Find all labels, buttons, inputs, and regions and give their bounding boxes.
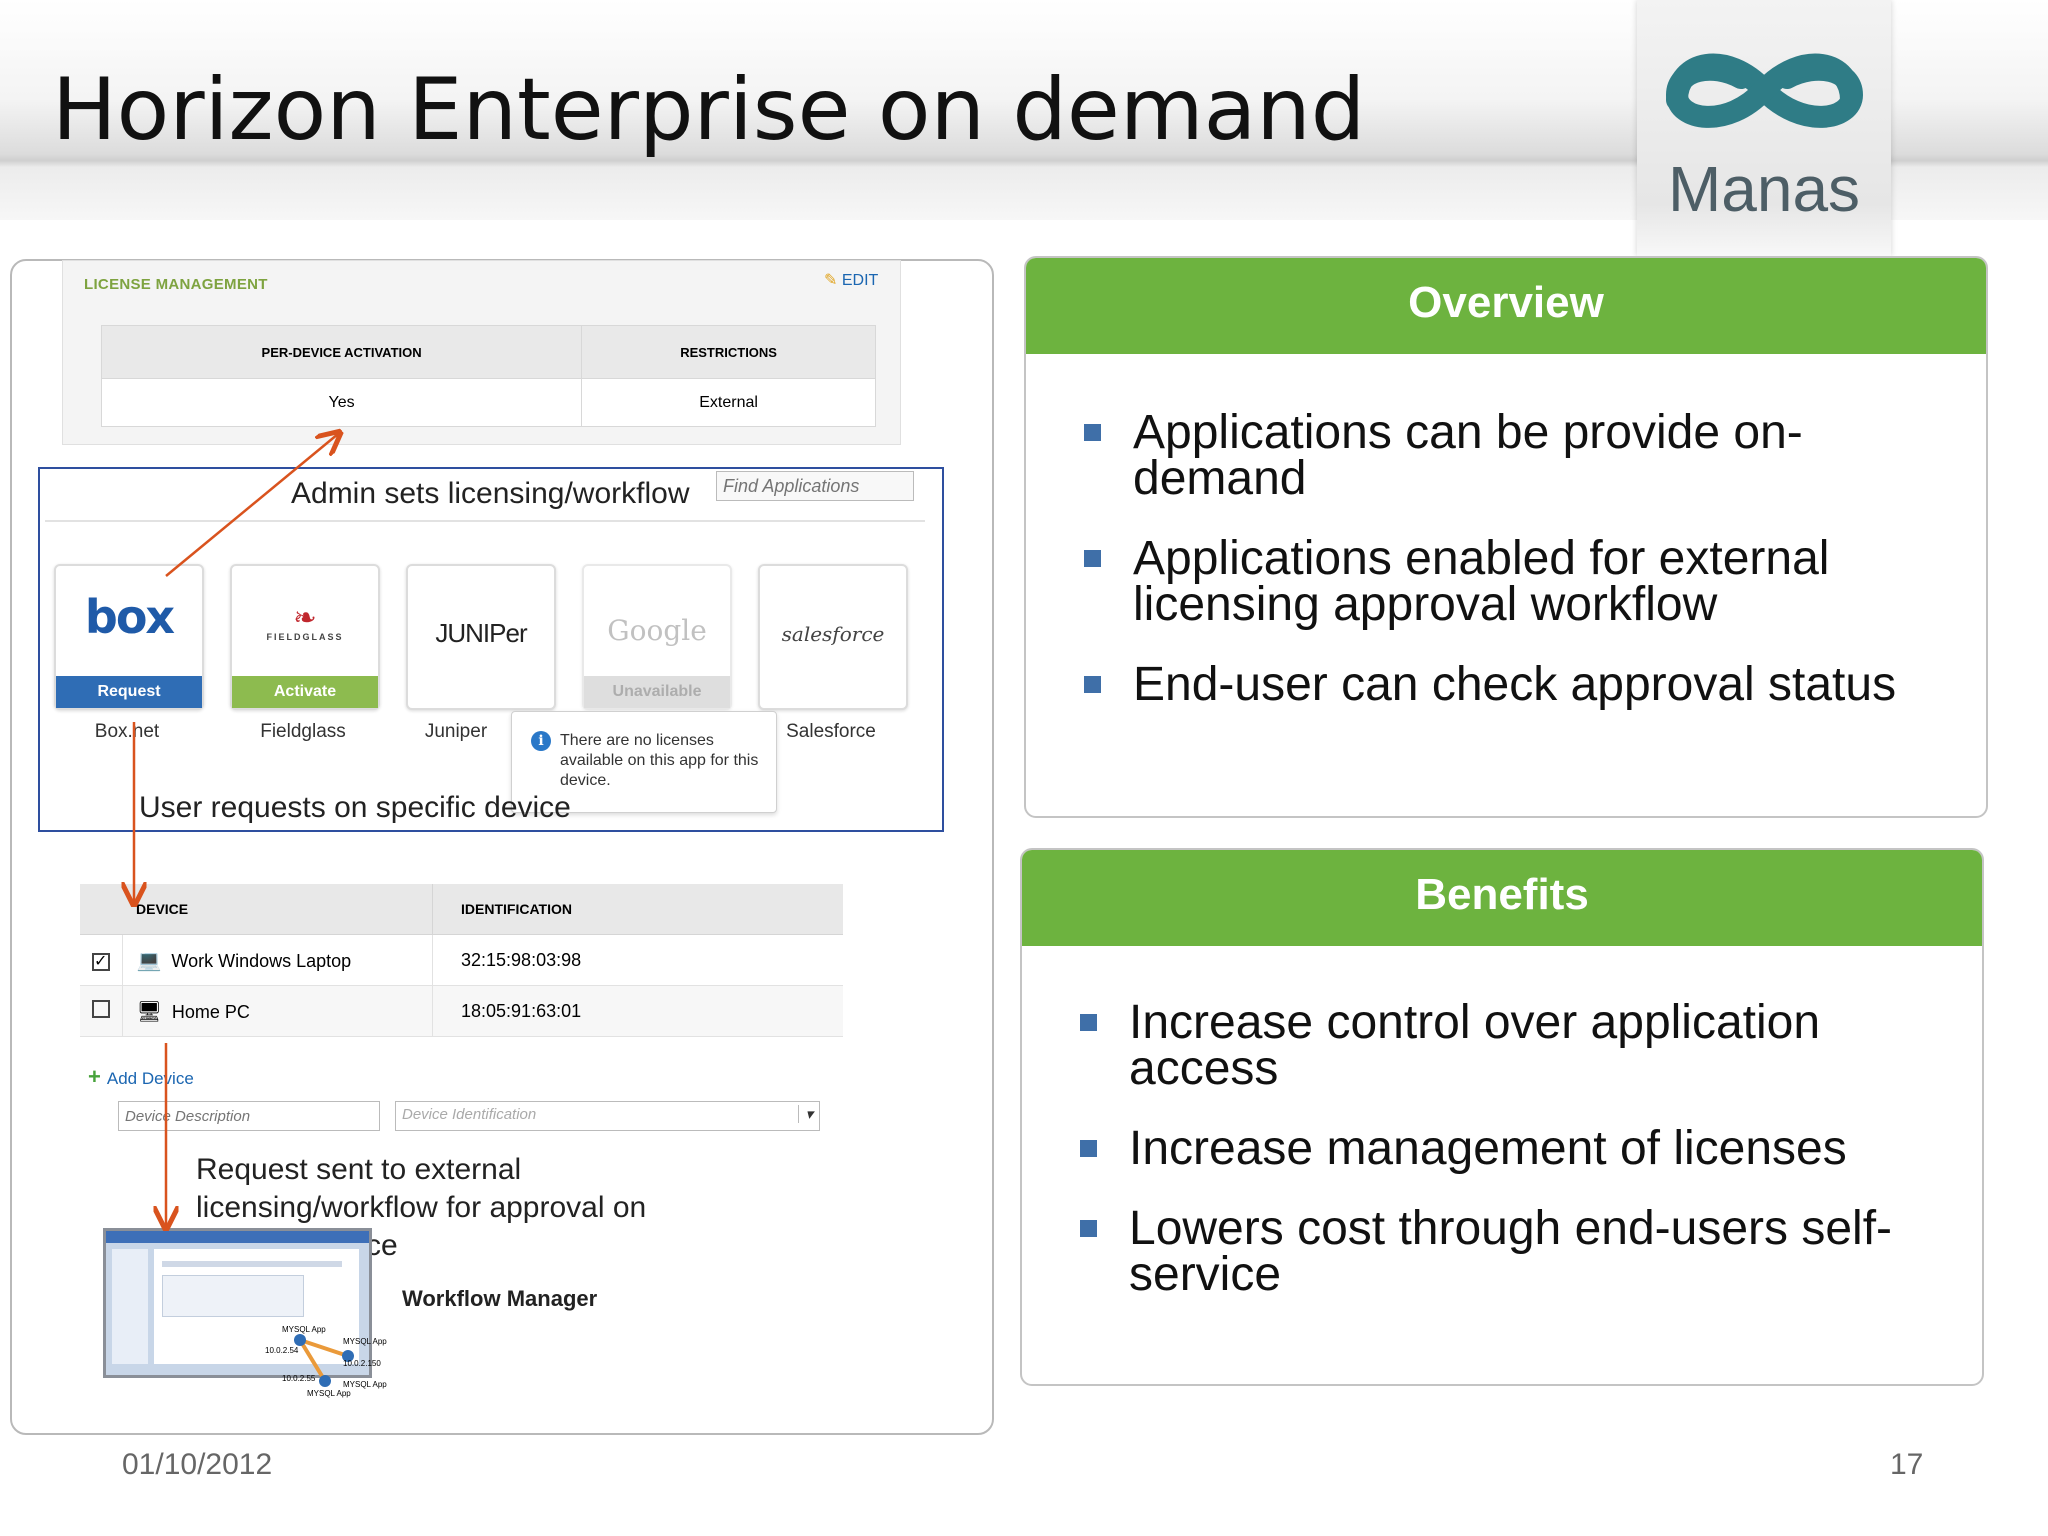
node-label: MYSQL App [343,1380,387,1389]
node-label: MYSQL App [307,1389,351,1398]
workflow-node [319,1375,331,1387]
node-label: 10.0.2.55 [282,1374,316,1383]
logo-text: Manas [1667,153,1861,225]
bullet-icon [1080,1014,1097,1031]
workflow-node [294,1334,306,1346]
node-label: MYSQL App [343,1337,387,1346]
list-item: Applications can be provide on-demand [1026,409,1986,503]
bullet-icon [1080,1220,1097,1237]
overview-panel: Overview Applications can be provide on-… [1024,256,1988,818]
benefits-list: Increase control over application access… [1022,999,1982,1332]
overview-list: Applications can be provide on-demand Ap… [1026,409,1986,742]
annotation-arrows: MYSQL App MYSQL App 10.0.2.54 10.0.2.150… [0,0,387,1398]
list-item: Applications enabled for external licens… [1026,535,1986,629]
overview-heading: Overview [1026,258,1986,354]
node-label: MYSQL App [282,1325,326,1334]
benefits-panel: Benefits Increase control over applicati… [1020,848,1984,1386]
list-item: Increase management of licenses [1022,1125,1982,1173]
slide-date: 01/10/2012 [122,1448,273,1481]
node-label: 10.0.2.54 [265,1346,299,1355]
bullet-icon [1084,550,1101,567]
bullet-icon [1084,424,1101,441]
bullet-icon [1084,676,1101,693]
list-item: Increase control over application access [1022,999,1982,1093]
list-item: Lowers cost through end-users self-servi… [1022,1205,1982,1299]
benefits-heading: Benefits [1022,850,1982,946]
list-item: End-user can check approval status [1026,661,1986,709]
bullet-icon [1080,1140,1097,1157]
arrow-to-license [165,434,338,577]
node-label: 10.0.2.150 [343,1359,381,1368]
page-number: 17 [1890,1448,1924,1481]
manas-logo-icon [1665,53,1864,128]
